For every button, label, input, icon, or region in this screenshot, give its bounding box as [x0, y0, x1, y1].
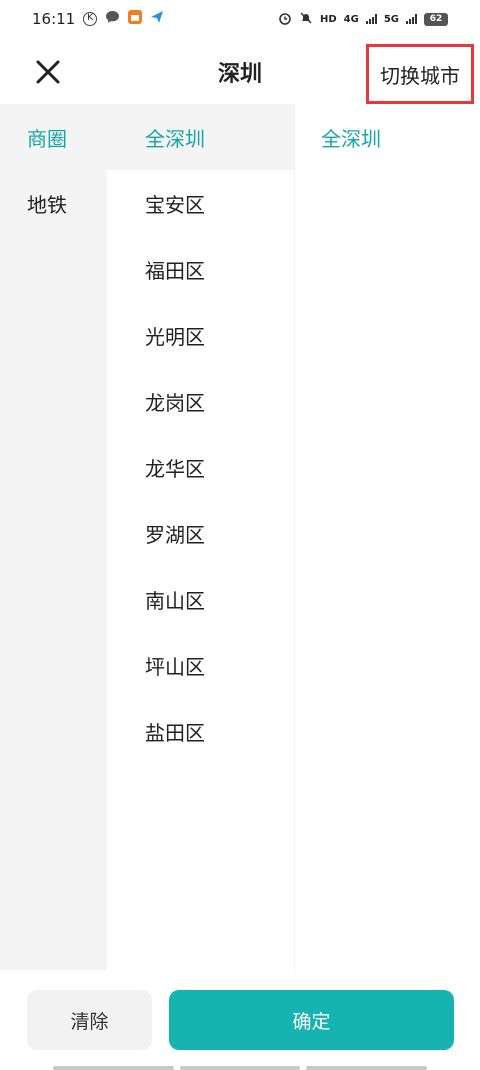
sub-area-column: 全深圳	[294, 104, 480, 970]
mute-bell-icon	[299, 11, 313, 28]
sub-area-item-all[interactable]: 全深圳	[295, 104, 480, 170]
gesture-bar	[53, 1066, 428, 1070]
network-4g-label: 4G	[343, 13, 359, 25]
area-picker: 商圈 地铁 全深圳 宝安区 福田区 光明区 龙岗区 龙华区 罗湖区 南山区 坪山…	[0, 104, 480, 970]
district-item[interactable]: 坪山区	[107, 632, 294, 698]
header: 深圳 切换城市	[0, 38, 480, 104]
clear-button[interactable]: 清除	[27, 990, 152, 1050]
close-button[interactable]	[30, 54, 66, 90]
status-left: 16:11 K	[32, 10, 164, 28]
category-item-metro[interactable]: 地铁	[0, 170, 107, 236]
close-icon	[36, 60, 60, 84]
status-bar: 16:11 K HD 4G 5G 62	[0, 0, 480, 38]
category-item-business-district[interactable]: 商圈	[0, 104, 107, 170]
district-item-all[interactable]: 全深圳	[107, 104, 294, 170]
shopping-app-icon	[128, 10, 143, 28]
district-item[interactable]: 光明区	[107, 302, 294, 368]
district-item[interactable]: 罗湖区	[107, 500, 294, 566]
chat-bubble-icon	[105, 10, 120, 28]
send-arrow-icon	[150, 10, 164, 28]
signal-2-icon	[406, 14, 417, 24]
category-column: 商圈 地铁	[0, 104, 107, 970]
signal-1-icon	[365, 14, 377, 24]
district-column: 全深圳 宝安区 福田区 光明区 龙岗区 龙华区 罗湖区 南山区 坪山区 盐田区	[107, 104, 294, 970]
district-item[interactable]: 龙岗区	[107, 368, 294, 434]
switch-city-button[interactable]: 切换城市	[366, 44, 474, 104]
battery-icon: 62	[424, 12, 448, 26]
hd-badge: HD	[319, 13, 337, 25]
district-item[interactable]: 盐田区	[107, 698, 294, 764]
k-app-icon: K	[83, 12, 98, 26]
confirm-button[interactable]: 确定	[169, 990, 454, 1050]
status-right: HD 4G 5G 62	[278, 11, 448, 28]
status-time: 16:11	[32, 10, 76, 28]
district-item[interactable]: 宝安区	[107, 170, 294, 236]
network-5g-label: 5G	[383, 13, 399, 25]
district-item[interactable]: 福田区	[107, 236, 294, 302]
district-item[interactable]: 南山区	[107, 566, 294, 632]
alarm-icon	[278, 11, 292, 28]
district-item[interactable]: 龙华区	[107, 434, 294, 500]
footer-actions: 清除 确定	[0, 970, 480, 1070]
